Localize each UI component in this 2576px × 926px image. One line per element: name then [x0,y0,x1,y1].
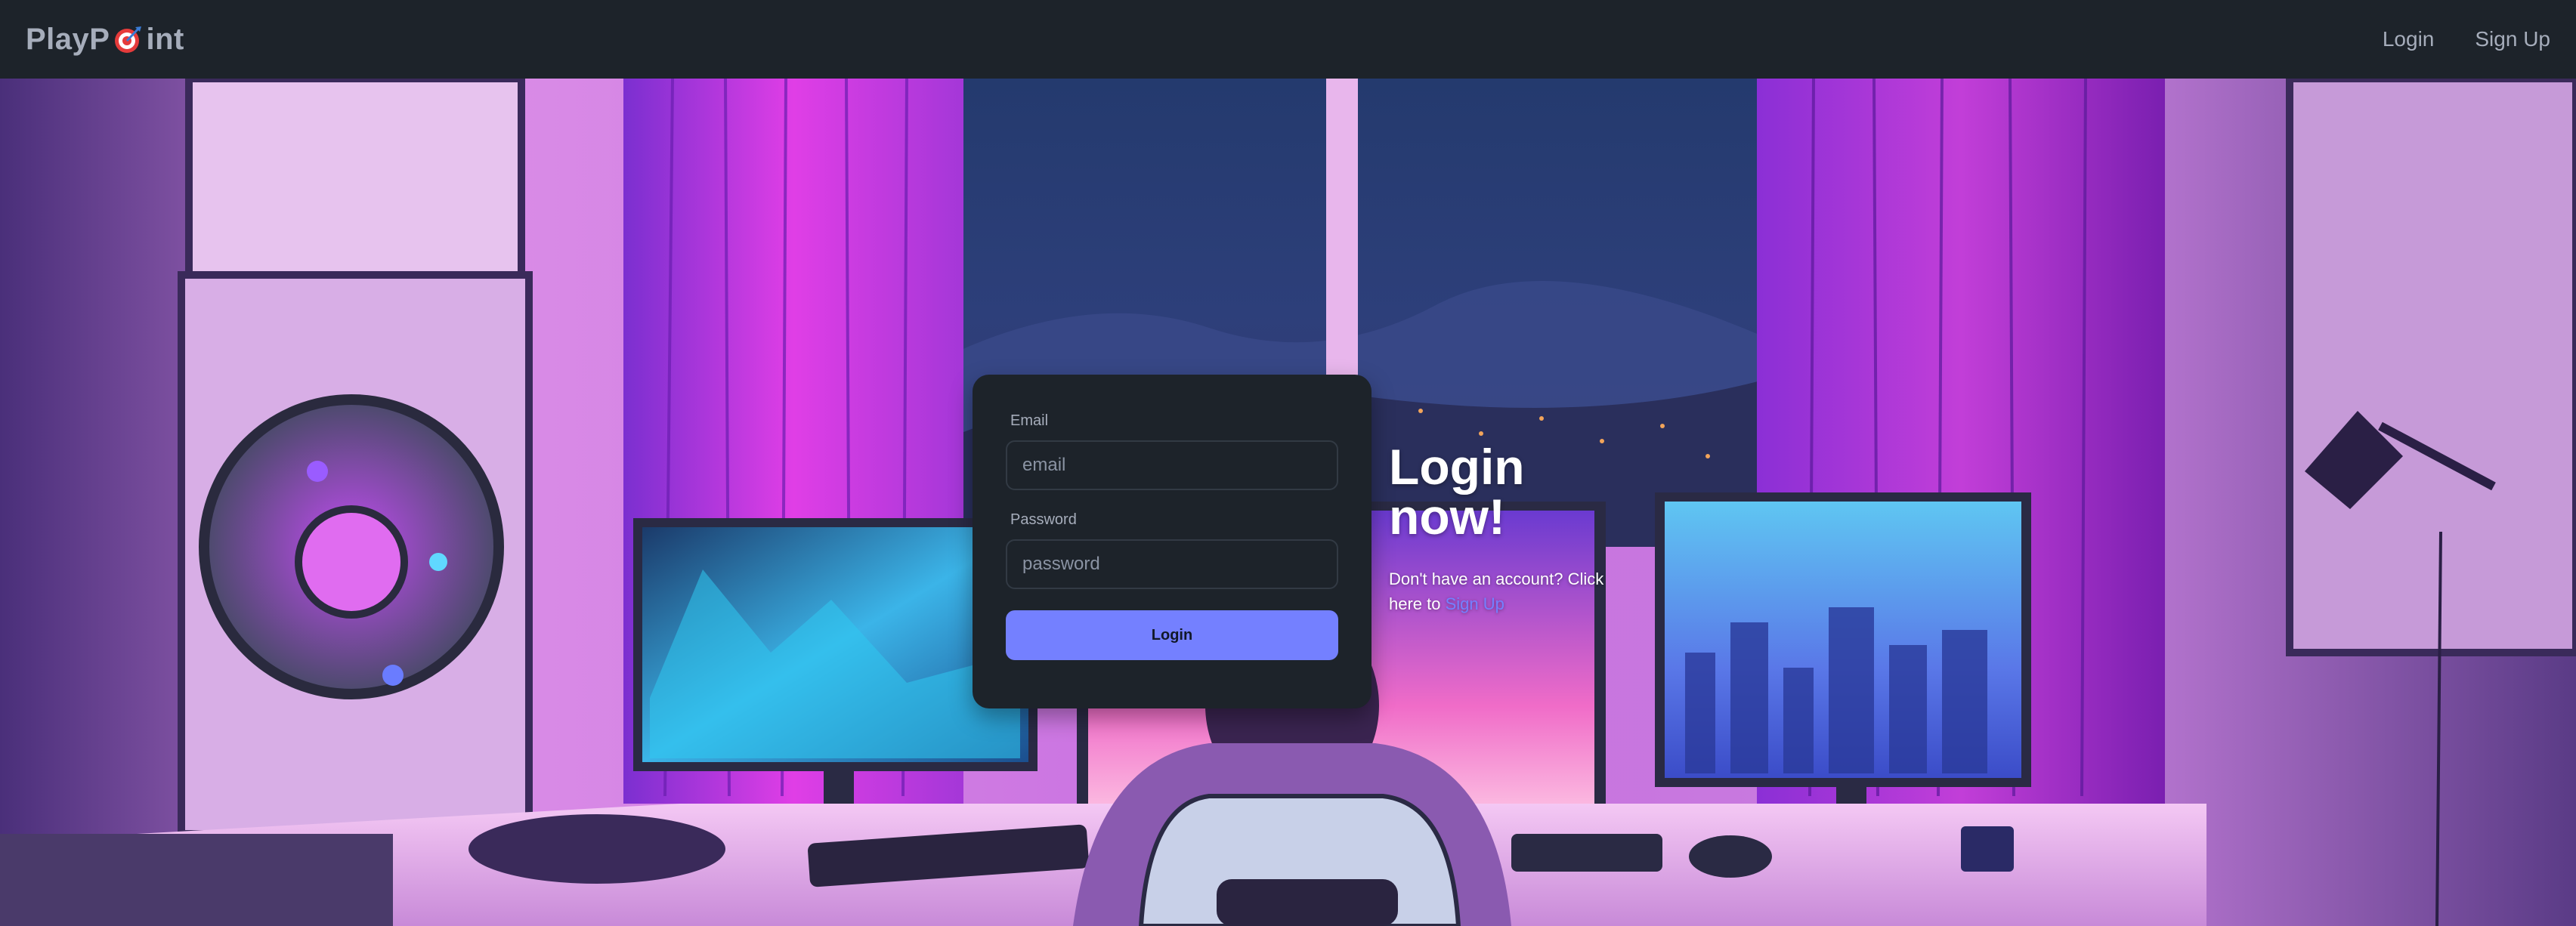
signup-link[interactable]: Sign Up [1446,594,1504,613]
nav-links: Login Sign Up [2383,27,2550,51]
password-label: Password [1010,511,1077,528]
navbar: PlayP int Login Sign Up [0,0,2576,79]
page-title: Login now! [1389,439,1525,545]
signup-prompt: Don't have an account? Click here to Sig… [1389,566,1616,616]
brand-text-start: PlayP [26,22,110,56]
login-submit-button[interactable]: Login [1006,610,1338,660]
email-label: Email [1010,412,1049,429]
nav-signup-link[interactable]: Sign Up [2475,27,2550,51]
brand-text-end: int [146,22,184,56]
nav-login-link[interactable]: Login [2383,27,2435,51]
brand-logo[interactable]: PlayP int [26,23,184,57]
password-input[interactable] [1006,539,1338,589]
email-input[interactable] [1006,440,1338,490]
target-icon [115,26,142,53]
login-card: Email Password Login [973,375,1371,708]
